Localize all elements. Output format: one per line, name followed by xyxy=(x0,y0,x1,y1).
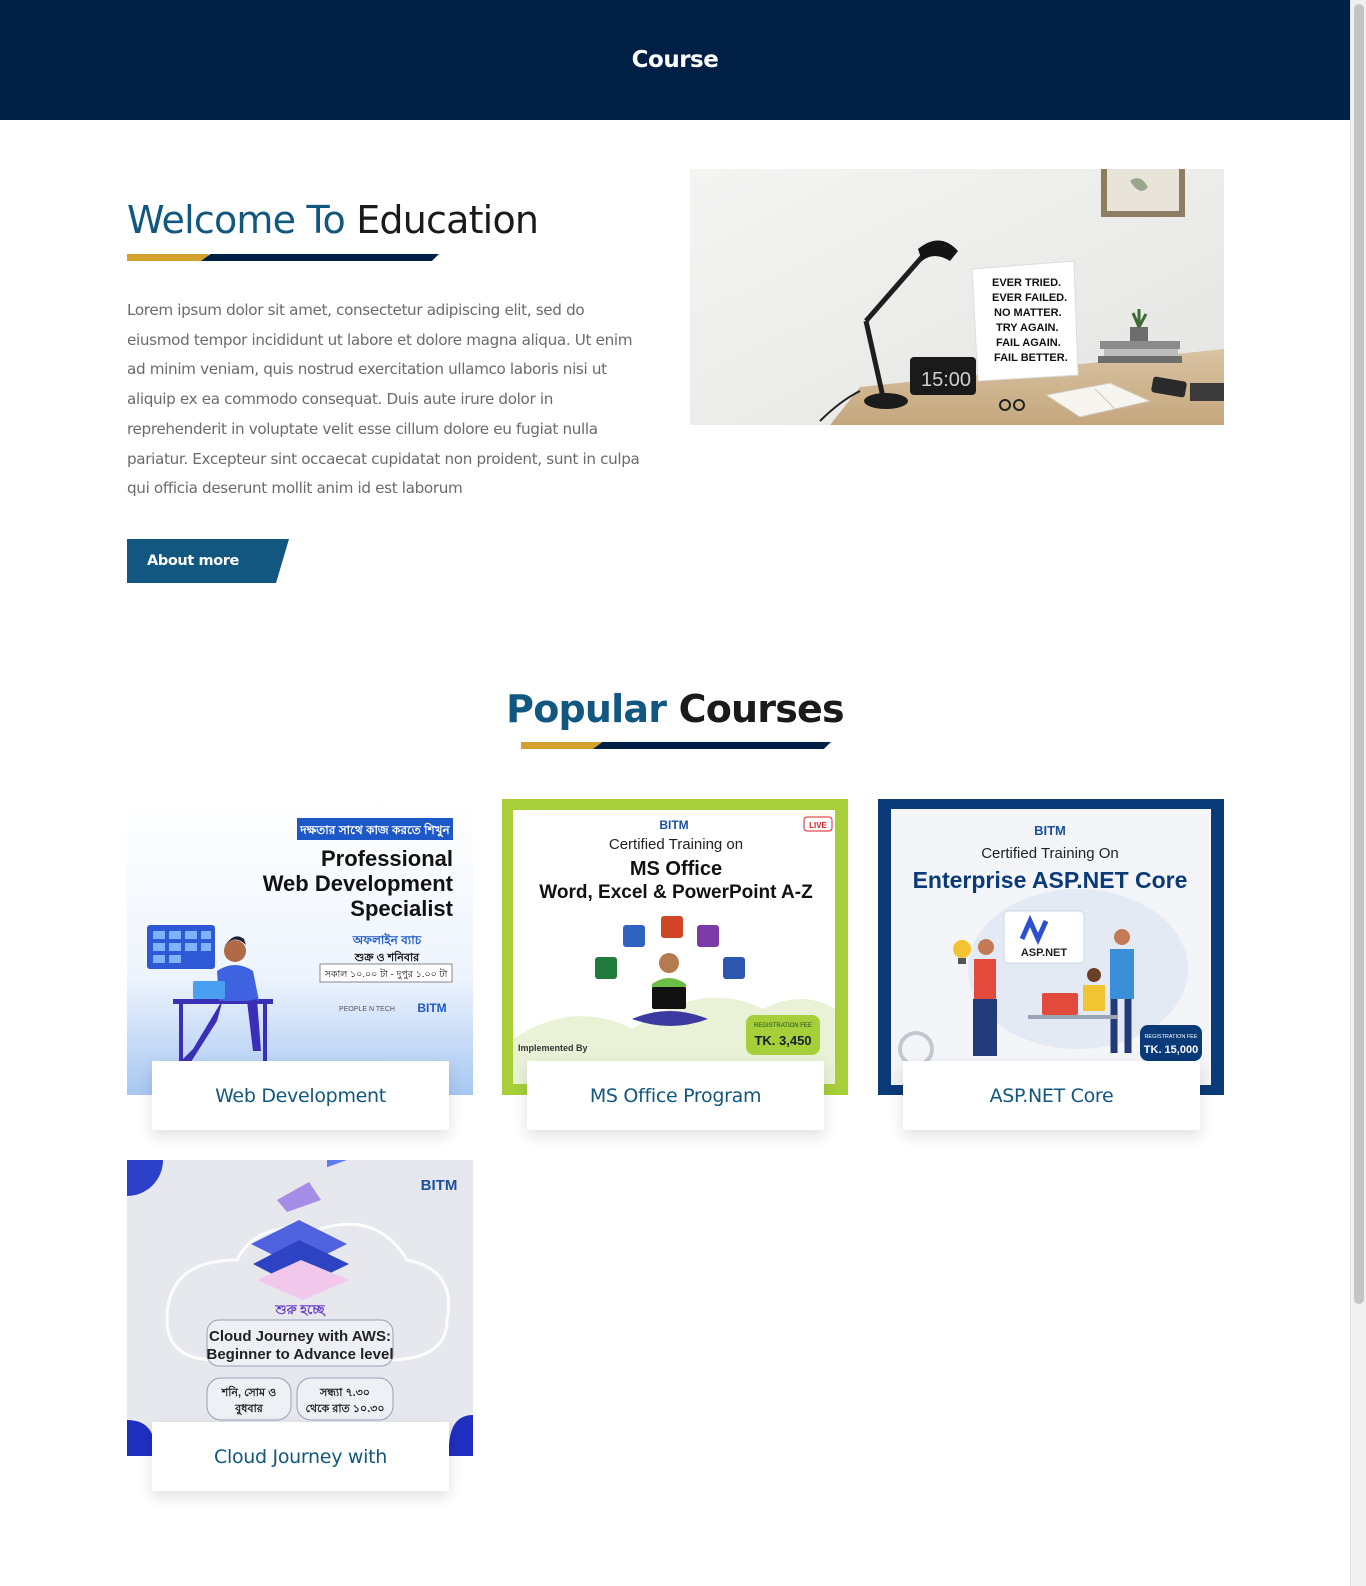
svg-text:FAIL AGAIN.: FAIL AGAIN. xyxy=(996,337,1061,349)
svg-text:শুরু হচ্ছে: শুরু হচ্ছে xyxy=(274,1302,326,1317)
svg-text:TK. 15,000: TK. 15,000 xyxy=(1144,1044,1198,1056)
course-card-cloud-journey[interactable]: BITM শুরু হচ্ছে Cloud Journey with AWS: … xyxy=(127,1160,473,1492)
welcome-heading-underline xyxy=(127,254,439,261)
svg-text:Cloud Journey with AWS:: Cloud Journey with AWS: xyxy=(209,1328,391,1345)
svg-text:LIVE: LIVE xyxy=(809,821,827,830)
svg-text:Enterprise ASP.NET Core: Enterprise ASP.NET Core xyxy=(913,867,1188,893)
svg-text:Word, Excel & PowerPoint A-Z: Word, Excel & PowerPoint A-Z xyxy=(539,882,813,903)
svg-text:শুক্র ও শনিবার: শুক্র ও শনিবার xyxy=(354,950,420,964)
svg-text:শনি, সোম ও: শনি, সোম ও xyxy=(221,1385,277,1399)
svg-text:REGISTRATION FEE: REGISTRATION FEE xyxy=(1144,1034,1197,1040)
svg-text:Implemented By: Implemented By xyxy=(518,1043,588,1053)
page-header-banner: Course xyxy=(0,0,1350,120)
clock-display: 15:00 xyxy=(921,369,971,391)
svg-text:FAIL BETTER.: FAIL BETTER. xyxy=(994,352,1068,364)
svg-text:EVER TRIED.: EVER TRIED. xyxy=(992,277,1061,289)
course-thumbnail: BITM Certified Training On Enterprise AS… xyxy=(878,799,1224,1095)
welcome-heading: Welcome To Education xyxy=(127,198,539,242)
svg-text:BITM: BITM xyxy=(659,818,688,832)
popular-heading-rest: Courses xyxy=(678,687,845,731)
course-card-ms-office[interactable]: BITM LIVE Certified Training on MS Offic… xyxy=(502,799,848,1131)
popular-heading-accent: Popular xyxy=(506,687,667,731)
svg-text:Web Development: Web Development xyxy=(263,871,454,896)
welcome-hero-image: EVER TRIED. EVER FAILED. NO MATTER. TRY … xyxy=(690,169,1224,425)
about-more-button[interactable]: About more xyxy=(127,539,289,583)
welcome-description: Lorem ipsum dolor sit amet, consectetur … xyxy=(127,301,640,498)
svg-text:BITM: BITM xyxy=(1034,823,1066,838)
svg-text:BITM: BITM xyxy=(417,1001,446,1015)
page-title: Course xyxy=(631,47,719,73)
svg-text:EVER FAILED.: EVER FAILED. xyxy=(992,292,1067,304)
svg-text:সন্ধ্যা ৭.৩০: সন্ধ্যা ৭.৩০ xyxy=(319,1387,370,1399)
svg-text:সকাল ১০.০০ টা - দুপুর ১.০০ টা: সকাল ১০.০০ টা - দুপুর ১.০০ টা xyxy=(324,967,449,980)
page-scrollbar[interactable] xyxy=(1350,0,1366,1586)
svg-text:দক্ষতার সাথে কাজ করতে শিখুন: দক্ষতার সাথে কাজ করতে শিখুন xyxy=(299,822,450,839)
course-title[interactable]: Web Development xyxy=(152,1061,449,1130)
svg-text:বুধবার: বুধবার xyxy=(234,1403,264,1416)
svg-text:থেকে রাত ১০.৩০: থেকে রাত ১০.৩০ xyxy=(306,1403,385,1415)
course-title[interactable]: ASP.NET Core xyxy=(903,1061,1200,1130)
svg-text:PEOPLE N TECH: PEOPLE N TECH xyxy=(339,1006,395,1013)
svg-text:Professional: Professional xyxy=(321,846,453,871)
popular-heading-underline xyxy=(521,742,831,749)
svg-text:MS Office: MS Office xyxy=(630,858,722,880)
svg-text:REGISTRATION FEE: REGISTRATION FEE xyxy=(754,1023,812,1029)
svg-text:Certified Training on: Certified Training on xyxy=(609,836,743,853)
course-title[interactable]: Cloud Journey with xyxy=(152,1422,449,1491)
course-thumbnail: BITM LIVE Certified Training on MS Offic… xyxy=(502,799,848,1095)
course-title[interactable]: MS Office Program xyxy=(527,1061,824,1130)
svg-text:BITM: BITM xyxy=(421,1177,458,1194)
scrollbar-thumb[interactable] xyxy=(1354,4,1364,1304)
svg-text:Beginner to Advance level: Beginner to Advance level xyxy=(206,1346,393,1363)
svg-text:Certified Training On: Certified Training On xyxy=(981,845,1119,862)
svg-text:TK. 3,450: TK. 3,450 xyxy=(754,1033,811,1048)
svg-text:NO MATTER.: NO MATTER. xyxy=(994,307,1062,319)
welcome-heading-accent: Welcome To xyxy=(127,198,346,242)
svg-text:Specialist: Specialist xyxy=(350,896,453,921)
svg-text:ASP.NET: ASP.NET xyxy=(1021,947,1068,959)
welcome-heading-rest: Education xyxy=(356,198,539,242)
svg-text:TRY AGAIN.: TRY AGAIN. xyxy=(996,322,1059,334)
popular-courses-heading: Popular Courses xyxy=(0,687,1350,731)
course-card-web-development[interactable]: দক্ষতার সাথে কাজ করতে শিখুন Professional… xyxy=(127,799,473,1131)
svg-text:অফলাইন ব্যাচ: অফলাইন ব্যাচ xyxy=(352,932,422,947)
course-thumbnail: BITM শুরু হচ্ছে Cloud Journey with AWS: … xyxy=(127,1160,473,1456)
course-thumbnail: দক্ষতার সাথে কাজ করতে শিখুন Professional… xyxy=(127,799,473,1095)
course-card-asp-net-core[interactable]: BITM Certified Training On Enterprise AS… xyxy=(878,799,1224,1131)
